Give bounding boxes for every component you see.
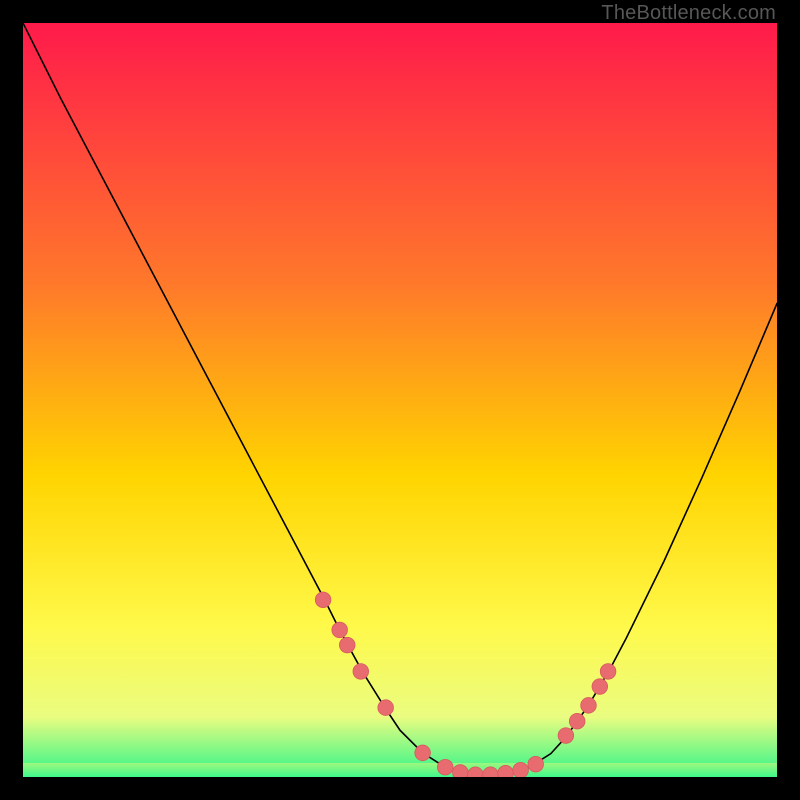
watermark-text: TheBottleneck.com (601, 2, 776, 25)
bottom-stripes (23, 763, 777, 777)
data-marker (353, 664, 369, 680)
data-marker (339, 637, 355, 653)
data-marker (581, 698, 597, 714)
data-marker (415, 745, 431, 761)
data-marker (498, 765, 514, 777)
data-marker (600, 664, 616, 680)
data-marker (378, 700, 394, 716)
data-marker (569, 713, 585, 729)
data-marker (558, 728, 574, 744)
gradient-background (23, 23, 777, 777)
data-marker (592, 679, 608, 695)
chart-canvas (23, 23, 777, 777)
data-marker (332, 622, 348, 638)
data-marker (528, 756, 544, 772)
data-marker (513, 762, 529, 777)
data-marker (315, 592, 331, 608)
data-marker (453, 765, 469, 777)
data-marker (437, 759, 453, 775)
